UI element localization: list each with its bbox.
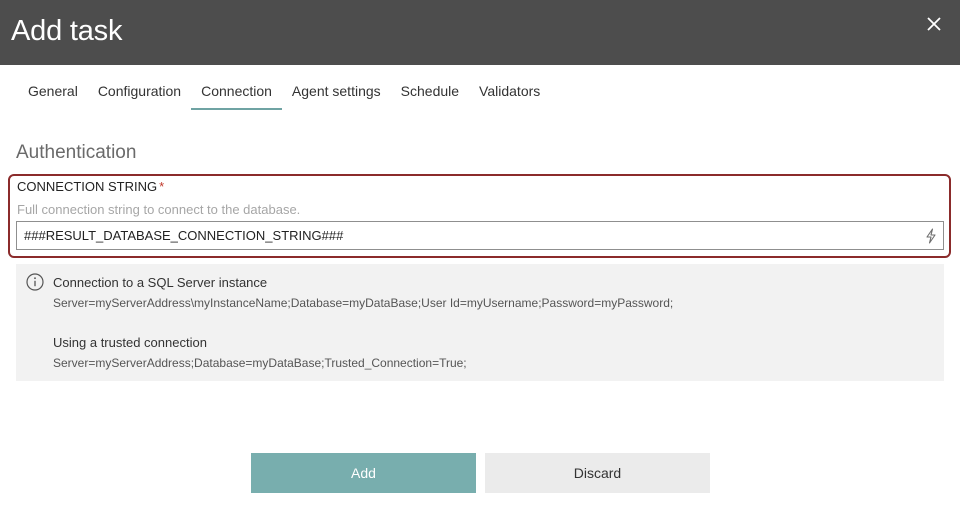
connection-examples-panel: Connection to a SQL Server instance Serv… — [16, 264, 944, 381]
dialog-title: Add task — [11, 15, 123, 47]
tab-connection[interactable]: Connection — [191, 74, 282, 110]
dialog-header: Add task — [0, 0, 960, 65]
field-help-text: Full connection string to connect to the… — [17, 202, 301, 217]
tab-general[interactable]: General — [18, 74, 88, 110]
tab-configuration[interactable]: Configuration — [88, 74, 191, 110]
info-icon — [26, 273, 44, 291]
field-label-text: CONNECTION STRING — [17, 179, 158, 194]
tab-bar: General Configuration Connection Agent s… — [18, 74, 550, 110]
tab-schedule[interactable]: Schedule — [391, 74, 469, 110]
close-icon — [927, 17, 941, 31]
connection-string-input[interactable] — [17, 222, 943, 249]
lightning-icon[interactable] — [924, 228, 938, 244]
discard-button[interactable]: Discard — [485, 453, 710, 493]
example-heading: Connection to a SQL Server instance — [53, 275, 268, 290]
example-code: Server=myServerAddress;Database=myDataBa… — [53, 356, 467, 370]
field-label: CONNECTION STRING * — [17, 179, 164, 194]
example-code: Server=myServerAddress\myInstanceName;Da… — [53, 296, 674, 310]
example-heading: Using a trusted connection — [53, 335, 207, 350]
connection-string-field: CONNECTION STRING * Full connection strin… — [8, 174, 951, 258]
connection-string-input-wrapper — [16, 221, 944, 250]
tab-validators[interactable]: Validators — [469, 74, 550, 110]
tab-agent-settings[interactable]: Agent settings — [282, 74, 391, 110]
required-marker: * — [159, 179, 165, 194]
add-button[interactable]: Add — [251, 453, 476, 493]
section-title: Authentication — [16, 142, 137, 163]
close-button[interactable] — [922, 12, 946, 36]
